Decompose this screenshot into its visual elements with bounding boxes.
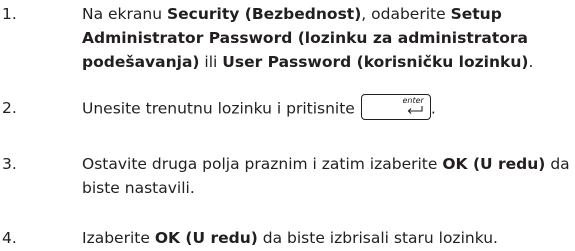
step-text: Na ekranu Security (Bezbednost), odaberi… [82, 2, 572, 74]
option-name: OK (U redu) [154, 229, 258, 247]
enter-key-label: enter [402, 96, 424, 105]
option-name: OK (U redu) [442, 155, 546, 173]
text: , odaberite [361, 5, 451, 23]
text: da biste izbrisali staru lozinku. [257, 229, 498, 247]
text: Na ekranu [82, 5, 167, 23]
enter-key: enter [360, 94, 431, 120]
text: . [528, 53, 534, 71]
enter-arrow-icon [407, 106, 423, 114]
option-name: Administrator Password (lozinku za admin… [82, 29, 528, 47]
text: Unesite trenutnu lozinku i pritisnite [82, 99, 355, 118]
text: biste nastavili. [82, 179, 195, 197]
step-number: 3. [2, 155, 17, 173]
option-name: User Password (korisničku lozinku) [222, 53, 529, 71]
screen-name: Security (Bezbednost) [166, 5, 362, 23]
text: . [430, 99, 436, 118]
text: da [545, 155, 570, 173]
option-name: podešavanja) [82, 53, 200, 71]
step-number: 4. [2, 229, 17, 247]
step-number: 2. [2, 99, 17, 117]
text: Ostavite druga polja praznim i zatim iza… [82, 155, 443, 173]
step-text: Ostavite druga polja praznim i zatim iza… [82, 152, 572, 200]
step-number: 1. [2, 5, 17, 23]
step-text: Unesite trenutnu lozinku i pritisnite ent… [82, 94, 572, 122]
text: Izaberite [82, 229, 155, 247]
text: ili [199, 53, 223, 71]
option-name: Setup [450, 5, 502, 23]
step-text: Izaberite OK (U redu) da biste izbrisali… [82, 226, 572, 250]
